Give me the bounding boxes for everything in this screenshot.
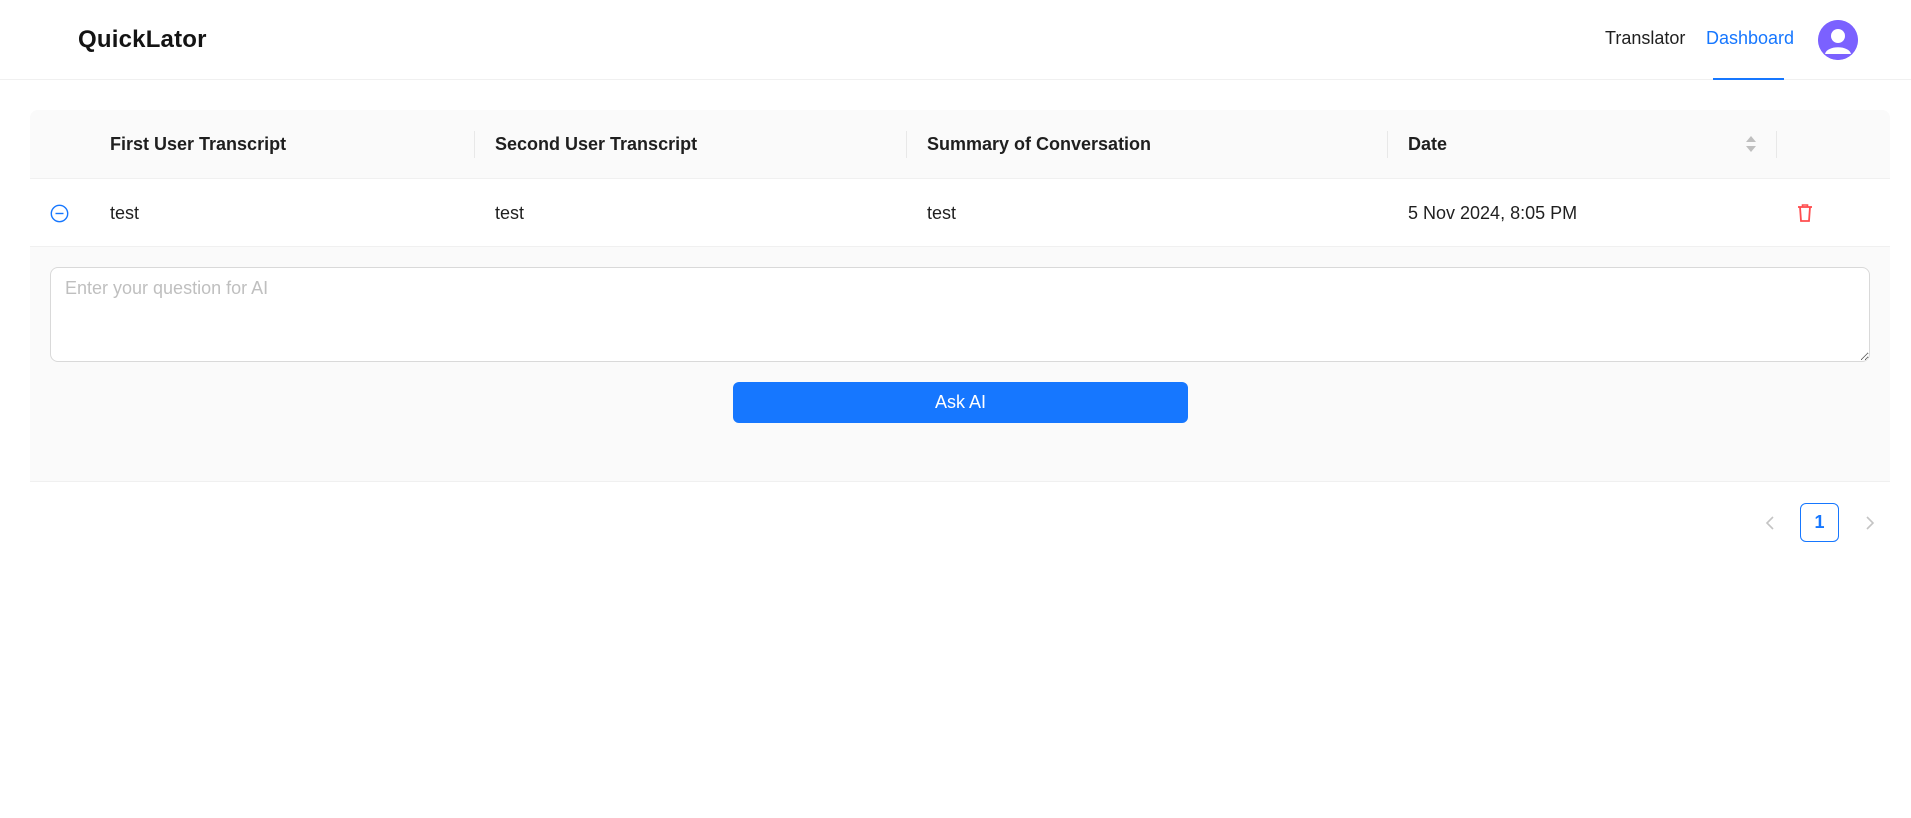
cell-second-transcript: test (495, 203, 525, 223)
user-avatar-icon (1818, 20, 1858, 60)
cell-date: 5 Nov 2024, 8:05 PM (1408, 203, 1578, 223)
pagination-prev-icon[interactable] (1760, 512, 1780, 534)
delete-icon[interactable] (1796, 203, 1814, 223)
cell-first-transcript: test (110, 203, 140, 223)
expanded-row-panel: Ask AI (30, 247, 1890, 482)
nav-item-translator[interactable]: Translator (1605, 28, 1685, 49)
ai-question-input[interactable] (50, 267, 1870, 362)
conversations-table: First User Transcript Second User Transc… (30, 110, 1890, 482)
column-header-summary: Summary of Conversation (927, 134, 1152, 154)
cell-summary: test (927, 203, 957, 223)
column-divider (474, 131, 475, 158)
ask-ai-button[interactable]: Ask AI (733, 382, 1188, 423)
nav-item-dashboard[interactable]: Dashboard (1706, 28, 1794, 49)
collapse-row-icon[interactable] (50, 204, 69, 223)
active-nav-indicator (1713, 78, 1784, 80)
table-row: test test test 5 Nov 2024, 8:05 PM (30, 179, 1890, 247)
column-divider (906, 131, 907, 158)
pagination-page-current[interactable]: 1 (1800, 503, 1839, 542)
column-divider (1776, 131, 1777, 158)
pagination-next-icon[interactable] (1860, 512, 1880, 534)
column-header-first-transcript: First User Transcript (110, 134, 287, 154)
app-header: QuickLator Translator Dashboard (0, 0, 1911, 80)
sort-icon[interactable] (1744, 133, 1758, 155)
user-avatar[interactable] (1818, 20, 1858, 60)
table-header: First User Transcript Second User Transc… (30, 110, 1890, 179)
column-header-date[interactable]: Date (1408, 134, 1447, 155)
app-logo[interactable]: QuickLator (78, 26, 207, 54)
column-divider (1387, 131, 1388, 158)
column-header-second-transcript: Second User Transcript (495, 134, 698, 154)
